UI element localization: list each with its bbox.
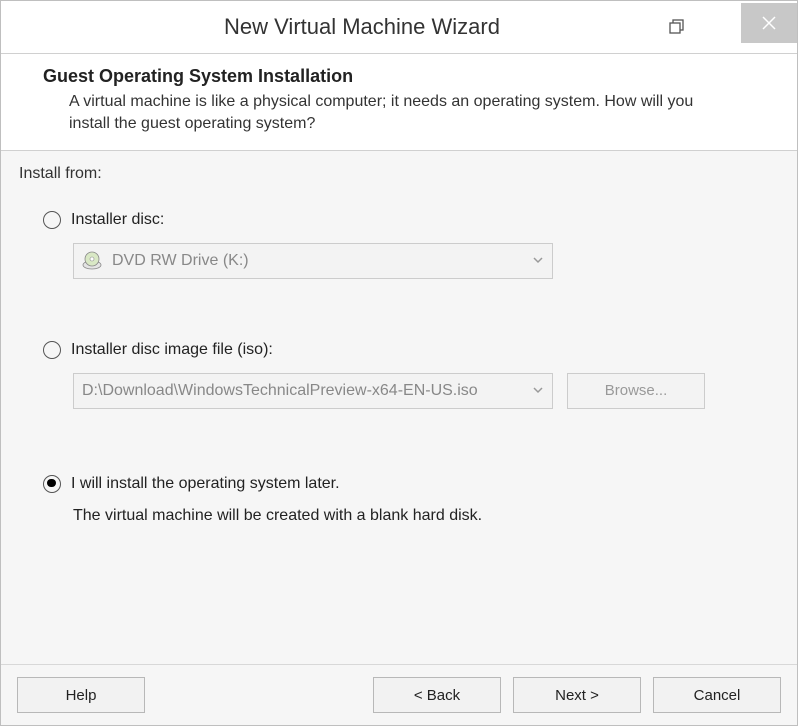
chevron-down-icon: [532, 253, 544, 269]
cancel-button[interactable]: Cancel: [653, 677, 781, 713]
radio-install-later[interactable]: I will install the operating system late…: [43, 475, 779, 493]
option-installer-iso: Installer disc image file (iso): D:\Down…: [43, 341, 779, 409]
help-button[interactable]: Help: [17, 677, 145, 713]
iso-path-text: D:\Download\WindowsTechnicalPreview-x64-…: [82, 382, 532, 400]
option-installer-disc: Installer disc: DVD RW Drive (K:): [43, 211, 779, 279]
wizard-window: New Virtual Machine Wizard Guest Operati…: [0, 0, 798, 726]
option-later-label: I will install the operating system late…: [71, 475, 340, 493]
titlebar-controls: [653, 3, 797, 51]
chevron-down-icon: [532, 383, 544, 399]
radio-icon: [43, 341, 61, 359]
option-install-later: I will install the operating system late…: [43, 475, 779, 525]
option-later-description: The virtual machine will be created with…: [73, 507, 779, 525]
radio-icon: [43, 475, 61, 493]
window-title: New Virtual Machine Wizard: [1, 14, 653, 40]
titlebar: New Virtual Machine Wizard: [1, 1, 797, 53]
back-button[interactable]: < Back: [373, 677, 501, 713]
wizard-footer: Help < Back Next > Cancel: [1, 664, 797, 725]
disc-drive-icon: [82, 251, 102, 271]
wizard-subtext: A virtual machine is like a physical com…: [69, 91, 729, 136]
radio-icon: [43, 211, 61, 229]
install-from-label: Install from:: [19, 165, 779, 183]
radio-installer-disc[interactable]: Installer disc:: [43, 211, 779, 229]
close-button[interactable]: [741, 3, 797, 43]
iso-path-select[interactable]: D:\Download\WindowsTechnicalPreview-x64-…: [73, 373, 553, 409]
option-iso-label: Installer disc image file (iso):: [71, 341, 273, 359]
wizard-heading: Guest Operating System Installation: [43, 66, 773, 87]
wizard-header: Guest Operating System Installation A vi…: [1, 53, 797, 151]
option-disc-label: Installer disc:: [71, 211, 164, 229]
disc-drive-text: DVD RW Drive (K:): [112, 252, 532, 270]
wizard-content: Install from: Installer disc: DVD RW Dri…: [1, 151, 797, 664]
browse-button: Browse...: [567, 373, 705, 409]
restore-down-icon[interactable]: [653, 3, 701, 51]
radio-installer-iso[interactable]: Installer disc image file (iso):: [43, 341, 779, 359]
disc-drive-select[interactable]: DVD RW Drive (K:): [73, 243, 553, 279]
next-button[interactable]: Next >: [513, 677, 641, 713]
